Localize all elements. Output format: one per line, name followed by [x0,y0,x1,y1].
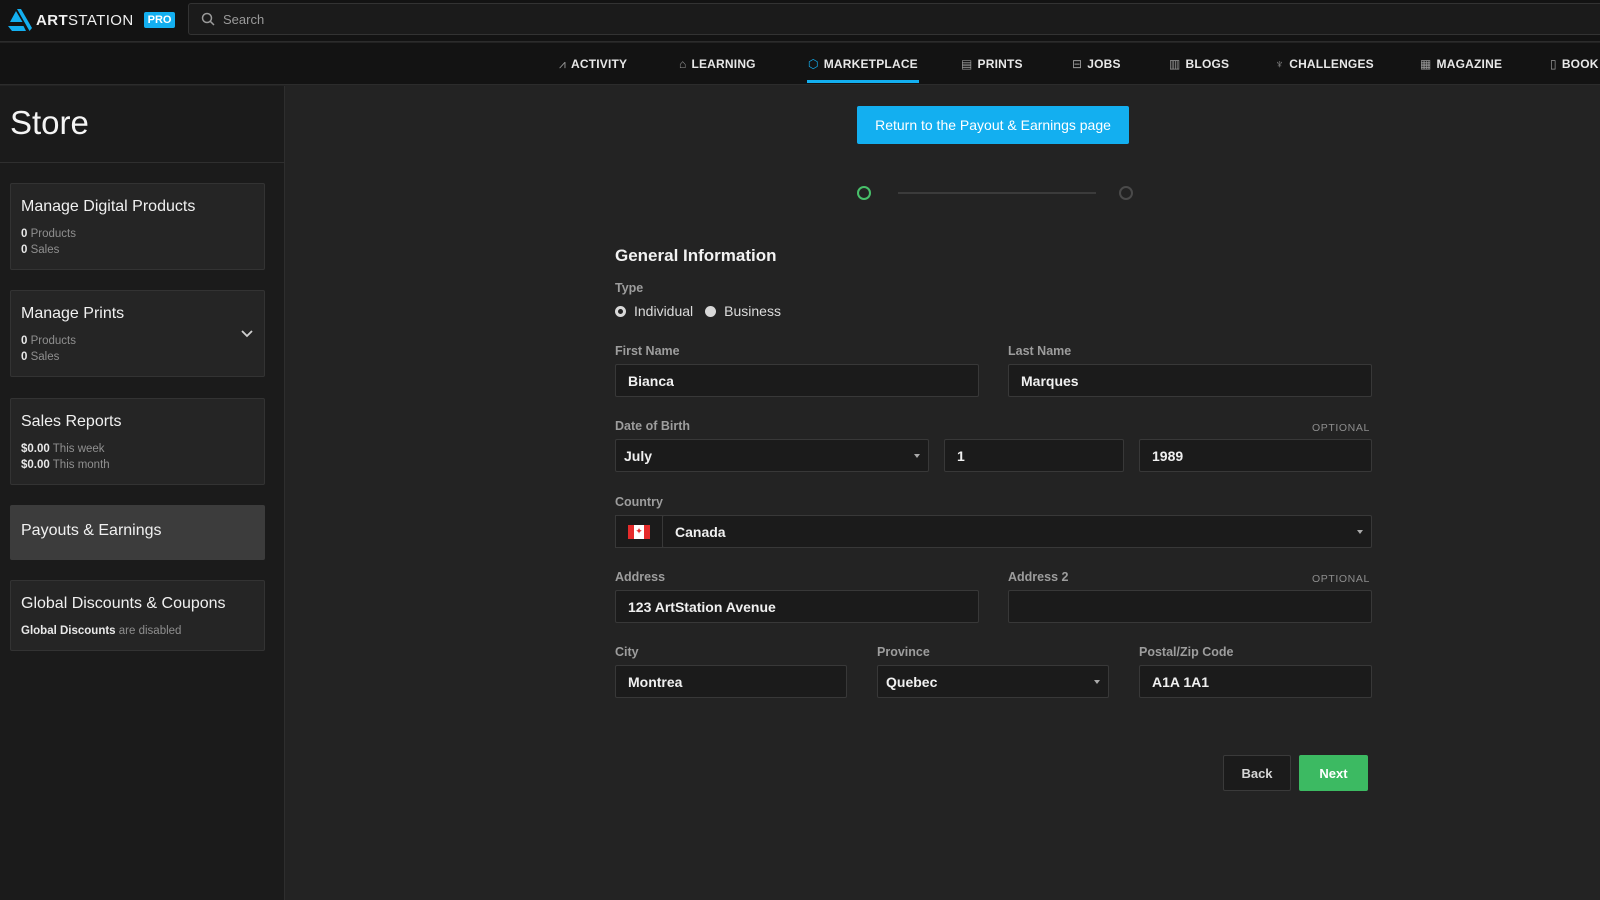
search-input[interactable] [223,11,623,27]
card-title: Manage Digital Products [21,198,196,215]
step-connector [898,192,1096,194]
card-stat: 0 Products [21,228,76,240]
address-label: Address [615,570,666,584]
card-stat: $0.00 This month [21,459,110,471]
address-field[interactable]: 123 ArtStation Avenue [615,590,979,623]
back-button[interactable]: Back [1223,755,1291,791]
nav-marketplace[interactable]: ⬡ MARKETPLACE [807,43,919,85]
step-indicator-current [857,186,871,200]
card-title: Global Discounts & Coupons [21,595,226,612]
last-name-field[interactable]: Marques [1008,364,1372,397]
city-field[interactable]: Montrea [615,665,847,698]
print-icon: ▤ [961,57,973,71]
card-title: Payouts & Earnings [21,522,162,539]
section-title: General Information [615,246,777,265]
search-icon [201,12,215,26]
artstation-logo-icon [8,9,32,31]
dob-day-field[interactable]: 1 [944,439,1124,472]
artstation-logo[interactable]: ARTSTATION PRO [8,8,176,32]
trophy-icon: ♆ [1275,57,1285,71]
dob-year-field[interactable]: 1989 [1139,439,1372,472]
card-stat: 0 Sales [21,351,60,363]
dob-optional-tag: OPTIONAL [1312,422,1370,434]
nav-learning[interactable]: ⌂ LEARNING [679,43,756,85]
nav-magazine[interactable]: ▦ MAGAZINE [1420,43,1502,85]
address2-optional-tag: OPTIONAL [1312,573,1370,585]
store-title: Store [10,104,89,141]
nav-prints[interactable]: ▤ PRINTS [961,43,1023,85]
store-sidebar: Store Manage Digital Products 0 Products… [0,86,285,900]
search-bar[interactable] [188,3,1600,35]
dob-label: Date of Birth [615,419,690,433]
radio-business-label[interactable]: Business [724,303,781,319]
first-name-field[interactable]: Bianca [615,364,979,397]
pro-badge: PRO [143,12,176,28]
nav-challenges[interactable]: ♆ CHALLENGES [1275,43,1374,85]
card-payouts-earnings[interactable]: Payouts & Earnings [10,505,265,560]
card-stat: Global Discounts are disabled [21,625,182,637]
chevron-down-icon[interactable] [240,327,254,341]
postal-label: Postal/Zip Code [1139,645,1234,659]
postal-code-field[interactable]: A1A 1A1 [1139,665,1372,698]
document-icon: ▥ [1169,57,1181,71]
nav-books[interactable]: ▯ BOOK [1550,43,1600,85]
type-radio-group: Individual Business [615,303,793,319]
last-name-label: Last Name [1008,344,1072,358]
book-icon: ▯ [1550,57,1557,71]
canada-flag-icon: ✦ [628,524,650,539]
address2-field[interactable] [1008,590,1372,623]
card-manage-digital-products[interactable]: Manage Digital Products 0 Products 0 Sal… [10,183,265,270]
card-global-discounts[interactable]: Global Discounts & Coupons Global Discou… [10,580,265,651]
card-stat: $0.00 This week [21,443,105,455]
nav-activity[interactable]: ⩘ ACTIVITY [559,43,627,85]
top-bar: ARTSTATION PRO [0,0,1600,42]
country-label: Country [615,495,663,509]
next-button[interactable]: Next [1299,755,1368,791]
card-manage-prints[interactable]: Manage Prints 0 Products 0 Sales [10,290,265,377]
step-indicator-next [1119,186,1133,200]
type-label: Type [615,281,644,295]
main-nav: ⩘ ACTIVITY ⌂ LEARNING ⬡ MARKETPLACE ▤ PRINTS… [0,43,1600,85]
sidebar-divider [0,162,285,163]
caret-down-icon [1357,530,1363,534]
first-name-label: First Name [615,344,680,358]
city-label: City [615,645,639,659]
nav-jobs[interactable]: ⊟ JOBS [1072,43,1121,85]
radio-individual-label[interactable]: Individual [634,303,693,319]
briefcase-icon: ⊟ [1072,57,1083,71]
country-value: Canada [675,523,726,540]
card-stat: 0 Products [21,335,76,347]
radio-individual[interactable] [615,305,626,317]
activity-icon: ⩘ [559,56,566,71]
card-title: Sales Reports [21,413,122,430]
dob-month-value: July [624,447,653,464]
logo-text: ARTSTATION [36,11,134,29]
country-flag: ✦ [615,515,663,548]
nav-blogs[interactable]: ▥ BLOGS [1169,43,1229,85]
graduation-cap-icon: ⌂ [679,57,687,71]
caret-down-icon [1094,680,1100,684]
card-stat: 0 Sales [21,244,60,256]
province-select[interactable]: Quebec [877,665,1109,698]
caret-down-icon [914,454,920,458]
card-sales-reports[interactable]: Sales Reports $0.00 This week $0.00 This… [10,398,265,485]
cube-icon: ⬡ [808,57,819,71]
radio-business[interactable] [705,305,717,317]
return-to-payouts-button[interactable]: Return to the Payout & Earnings page [857,106,1129,144]
card-title: Manage Prints [21,305,125,322]
address2-label: Address 2 [1008,570,1069,584]
province-value: Quebec [886,673,938,690]
country-select[interactable]: Canada [662,515,1372,548]
province-label: Province [877,645,930,659]
dob-month-select[interactable]: July [615,439,929,472]
newspaper-icon: ▦ [1420,57,1432,71]
